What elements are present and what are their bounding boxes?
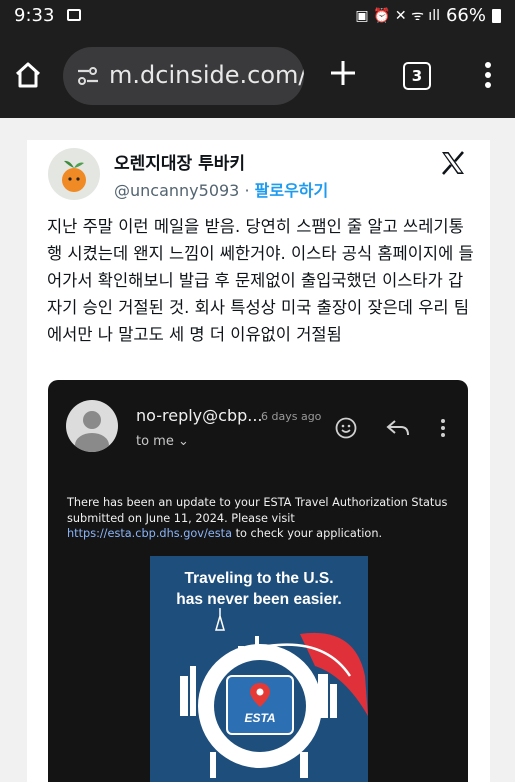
page-content: 오렌지대장 투바키 @uncanny5093 · 팔로우하기 지난 주말 이런 … (0, 118, 515, 782)
location-pin-icon (250, 683, 270, 707)
chevron-down-icon: ⌄ (178, 434, 189, 449)
esta-link: https://esta.cbp.dhs.gov/esta (67, 527, 232, 540)
url-text[interactable]: m.dcinside.com/b (109, 61, 304, 89)
gallery-notification-icon (67, 9, 81, 21)
battery-icon (492, 8, 501, 23)
x-logo-icon[interactable] (440, 150, 466, 176)
email-body-text-end: to check your application. (232, 527, 383, 540)
status-icons: ▣ ⏰ ✕ ᯤ ıll 66% (355, 5, 501, 26)
sender-avatar-icon (66, 400, 118, 452)
status-bar: 9:33 ▣ ⏰ ✕ ᯤ ıll 66% (0, 0, 515, 34)
author-name[interactable]: 오렌지대장 투바키 (114, 149, 245, 174)
address-bar[interactable]: m.dcinside.com/b (63, 47, 304, 105)
orange-character-icon (62, 160, 86, 192)
author-handle-line: @uncanny5093 · 팔로우하기 (114, 177, 328, 201)
email-sender: no-reply@cbp... (136, 406, 263, 425)
esta-logo: ESTA (226, 675, 294, 735)
email-more-icon (441, 419, 445, 437)
status-time: 9:33 (14, 5, 55, 26)
author-handle[interactable]: @uncanny5093 (114, 181, 239, 200)
separator-dot: · (239, 181, 255, 200)
more-menu-icon[interactable] (481, 60, 495, 90)
banner-line-2: has never been easier. (176, 591, 342, 608)
esta-banner-image: Traveling to the U.S. has never been eas… (150, 556, 368, 782)
notification-icons: ▣ ⏰ ✕ ᯤ ıll (355, 8, 440, 24)
tweet-text: 지난 주말 이런 메일을 받음. 당연히 스팸인 줄 알고 쓰레기통행 시켰는데… (47, 217, 474, 344)
recipient-label: to me (136, 434, 174, 449)
banner-headline: Traveling to the U.S. has never been eas… (150, 568, 368, 610)
new-tab-icon[interactable] (328, 58, 358, 88)
email-time: 6 days ago (261, 410, 322, 423)
tab-switcher-button[interactable]: 3 (403, 62, 431, 90)
site-settings-icon[interactable] (77, 67, 99, 85)
battery-percent: 66% (445, 5, 486, 26)
follow-link[interactable]: 팔로우하기 (255, 181, 329, 200)
email-body: There has been an update to your ESTA Tr… (67, 495, 457, 542)
reply-icon (386, 420, 409, 436)
browser-toolbar: m.dcinside.com/b 3 (0, 34, 515, 118)
email-body-text: There has been an update to your ESTA Tr… (67, 496, 448, 525)
avatar[interactable] (48, 148, 100, 200)
recipient-line: to me ⌄ (136, 434, 189, 449)
banner-line-1: Traveling to the U.S. (184, 570, 334, 587)
emoji-react-icon (335, 417, 357, 439)
esta-label: ESTA (244, 711, 276, 725)
home-icon[interactable] (13, 60, 43, 90)
tweet-card: 오렌지대장 투바키 @uncanny5093 · 팔로우하기 지난 주말 이런 … (27, 140, 490, 782)
email-screenshot: no-reply@cbp... 6 days ago to me ⌄ There… (48, 380, 468, 782)
